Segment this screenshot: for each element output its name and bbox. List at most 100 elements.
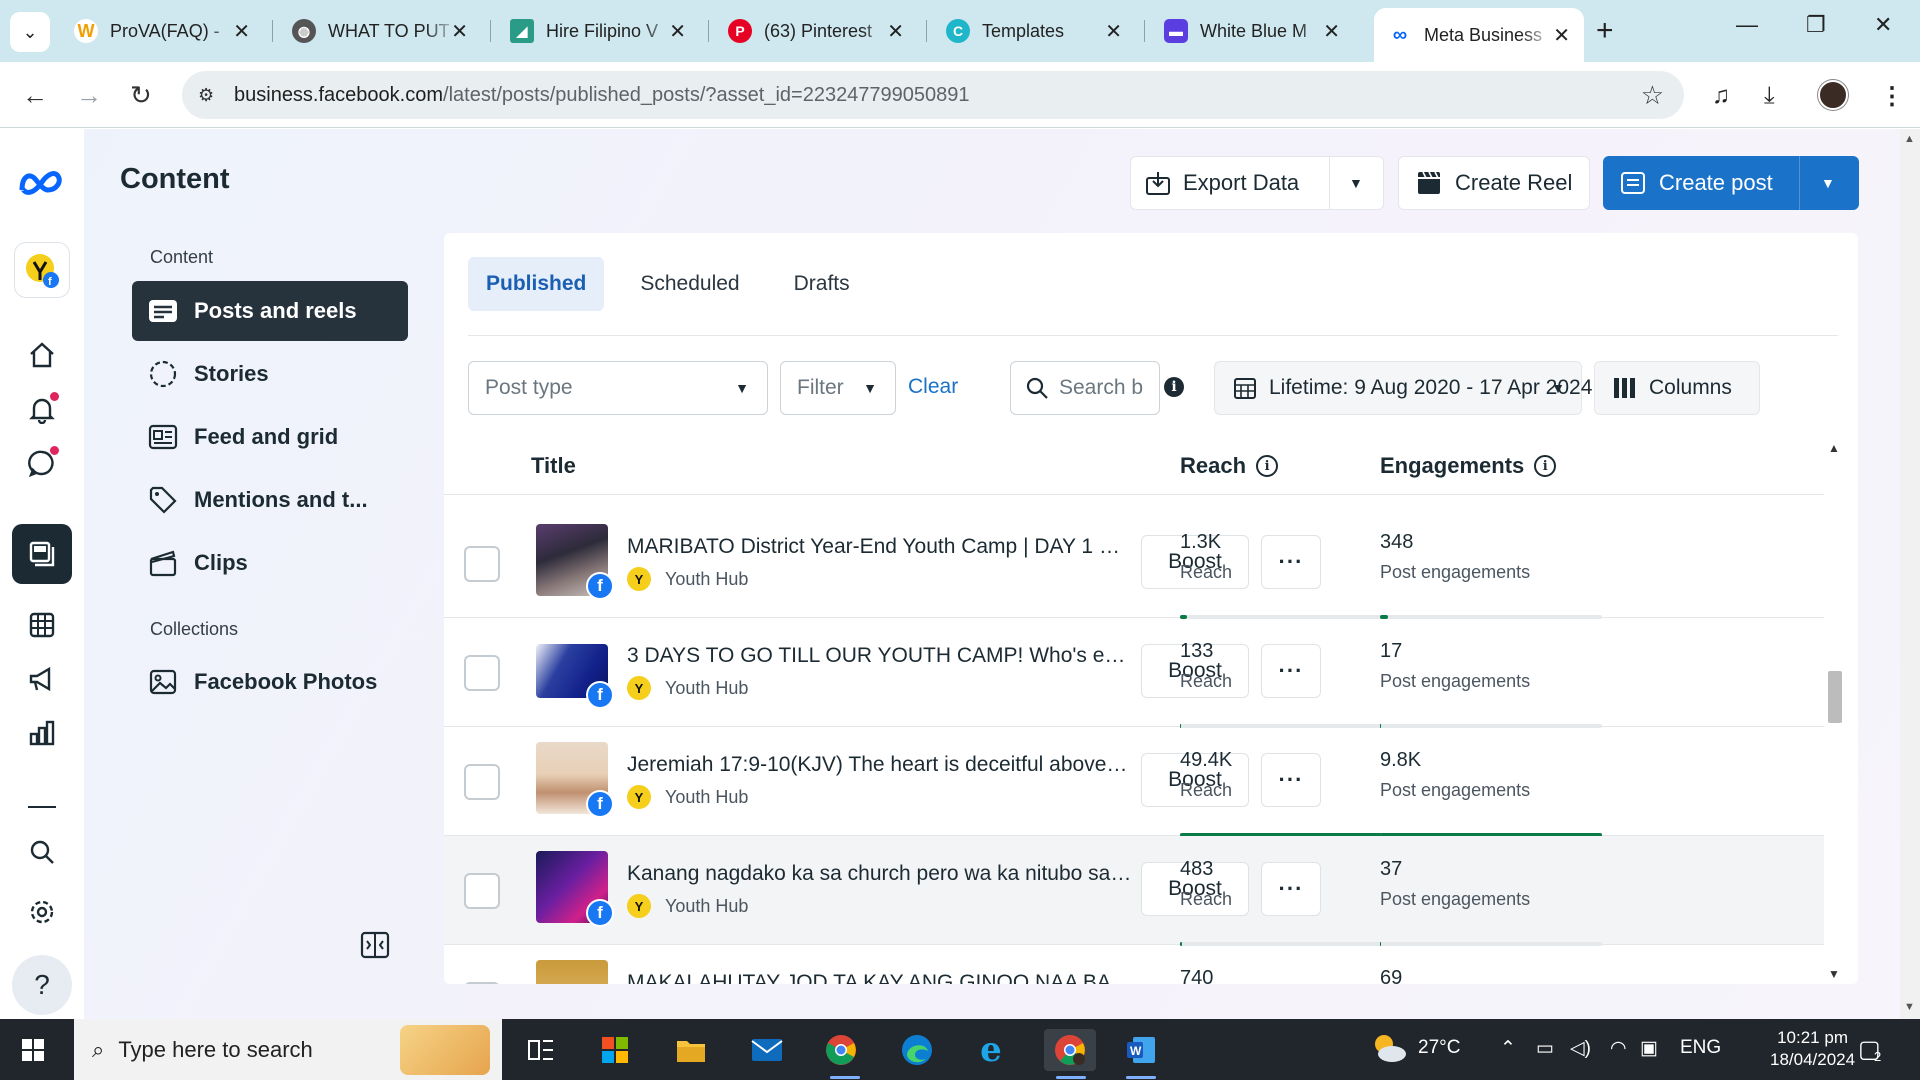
browser-menu-icon[interactable]: ⋮ (1880, 82, 1904, 111)
column-header-title[interactable]: Title (531, 453, 576, 479)
profile-avatar[interactable] (1818, 80, 1848, 110)
search-info-icon[interactable]: i (1164, 377, 1184, 397)
tab-search-button[interactable]: ⌄ (10, 12, 50, 52)
windows-start-icon[interactable] (22, 1039, 44, 1061)
sidebar-item-posts-and-reels[interactable]: Posts and reels (132, 281, 408, 341)
create-post-dropdown-caret[interactable]: ▼ (1821, 175, 1835, 191)
browser-tab[interactable]: P (63) Pinterest ✕ (714, 10, 918, 52)
notification-center-icon[interactable]: ▢ 2 (1858, 1035, 1881, 1064)
post-type-dropdown[interactable]: Post type ▼ (468, 361, 768, 415)
tab-scheduled[interactable]: Scheduled (622, 257, 757, 311)
microsoft-store-icon[interactable] (594, 1029, 636, 1071)
close-icon[interactable]: ✕ (451, 19, 468, 44)
task-view-icon[interactable] (520, 1029, 562, 1071)
chrome-profile-icon[interactable] (1044, 1029, 1096, 1071)
browser-tab[interactable]: ◍ WHAT TO PUT ✕ (278, 10, 482, 52)
weather-icon[interactable] (1370, 1031, 1408, 1071)
volume-icon[interactable]: ◁) (1570, 1037, 1591, 1060)
minimize-button[interactable]: — (1736, 12, 1758, 38)
columns-button[interactable]: Columns (1594, 361, 1760, 415)
meta-logo-icon[interactable] (16, 163, 68, 203)
reload-button[interactable]: ↻ (130, 80, 152, 111)
row-checkbox[interactable] (464, 655, 500, 691)
export-dropdown-caret[interactable]: ▼ (1349, 175, 1363, 191)
info-icon[interactable]: i (1534, 455, 1557, 477)
post-title[interactable]: Kanang nagdako ka sa church pero wa ka n… (627, 862, 1132, 886)
help-icon[interactable]: ? (12, 955, 72, 1015)
row-checkbox[interactable] (464, 982, 500, 984)
post-title[interactable]: MAKALAHUTAY JOD TA KAY ANG GINOO NAA BA … (627, 971, 1132, 984)
post-title[interactable]: MARIBATO District Year-End Youth Camp | … (627, 535, 1132, 559)
address-bar[interactable]: ⚙ business.facebook.com /latest/posts/pu… (182, 71, 1684, 119)
table-scrollbar[interactable]: ▲ ▼ (1824, 439, 1844, 984)
notifications-icon[interactable] (22, 389, 62, 429)
clock[interactable]: 10:21 pm 18/04/2024 (1770, 1027, 1855, 1071)
date-range-picker[interactable]: Lifetime: 9 Aug 2020 - 17 Apr 2024 ▼ (1214, 361, 1592, 415)
browser-tab[interactable]: C Templates ✕ (932, 10, 1136, 52)
row-checkbox[interactable] (464, 873, 500, 909)
scroll-down-arrow[interactable]: ▼ (1904, 1001, 1915, 1013)
close-icon[interactable]: ✕ (1323, 19, 1340, 44)
scroll-up-arrow[interactable]: ▲ (1904, 133, 1915, 145)
sidebar-item-stories[interactable]: Stories (132, 344, 408, 404)
page-scrollbar[interactable]: ▲ ▼ (1900, 129, 1920, 1019)
file-explorer-icon[interactable] (670, 1029, 712, 1071)
post-title[interactable]: Jeremiah 17:9-10(KJV) The heart is decei… (627, 753, 1132, 777)
table-row[interactable]: f Jeremiah 17:9-10(KJV) The heart is dec… (444, 727, 1824, 837)
browser-tab-active[interactable]: ∞ Meta Business ✕ (1374, 8, 1584, 62)
post-title[interactable]: 3 DAYS TO GO TILL OUR YOUTH CAMP! Who's … (627, 644, 1132, 668)
back-button[interactable]: ← (22, 80, 48, 111)
browser-tab[interactable]: W ProVA(FAQ) - ✕ (60, 10, 264, 52)
table-row[interactable]: f 3 DAYS TO GO TILL OUR YOUTH CAMP! Who'… (444, 618, 1824, 728)
temperature-label[interactable]: 27°C (1418, 1037, 1460, 1059)
close-icon[interactable]: ✕ (1105, 19, 1122, 44)
scroll-up-arrow[interactable]: ▲ (1828, 441, 1840, 455)
restore-button[interactable]: ❐ (1806, 12, 1826, 38)
column-header-engagements[interactable]: Engagements i (1380, 453, 1557, 479)
scroll-thumb[interactable] (1828, 671, 1842, 723)
post-thumbnail[interactable] (536, 960, 608, 984)
sidebar-item-facebook-photos[interactable]: Facebook Photos (132, 652, 408, 712)
bookmark-star-icon[interactable]: ☆ (1641, 80, 1664, 111)
create-post-button[interactable]: Create post ▼ (1603, 156, 1859, 210)
download-icon[interactable]: ⤓ (1764, 82, 1775, 110)
create-reel-button[interactable]: Create Reel (1398, 156, 1590, 210)
sidebar-item-clips[interactable]: Clips (132, 533, 408, 593)
language-label[interactable]: ENG (1680, 1037, 1721, 1059)
media-control-icon[interactable]: ♫ (1712, 82, 1730, 110)
inbox-icon[interactable] (22, 443, 62, 483)
home-icon[interactable] (22, 335, 62, 375)
close-icon[interactable]: ✕ (1553, 23, 1570, 48)
chevron-up-icon[interactable]: ⌃ (1500, 1037, 1516, 1060)
tab-drafts[interactable]: Drafts (776, 257, 868, 311)
table-row[interactable]: MAKALAHUTAY JOD TA KAY ANG GINOO NAA BA … (444, 945, 1824, 984)
site-info-icon[interactable]: ⚙ (198, 84, 220, 106)
close-icon[interactable]: ✕ (233, 19, 250, 44)
planner-icon[interactable] (22, 605, 62, 645)
row-checkbox[interactable] (464, 546, 500, 582)
browser-tab[interactable]: ◢ Hire Filipino V ✕ (496, 10, 700, 52)
sidebar-item-feed-and-grid[interactable]: Feed and grid (132, 407, 408, 467)
page-avatar[interactable]: f (14, 242, 70, 298)
internet-explorer-icon[interactable]: e (970, 1029, 1012, 1071)
clear-filters-link[interactable]: Clear (908, 375, 958, 399)
edge-icon[interactable] (896, 1029, 938, 1071)
column-header-reach[interactable]: Reach i (1180, 453, 1279, 479)
wifi-icon[interactable]: ◠ (1610, 1037, 1627, 1060)
content-icon[interactable] (12, 524, 72, 584)
network-icon[interactable]: ▣ (1640, 1037, 1658, 1060)
new-tab-button[interactable]: + (1596, 14, 1614, 48)
insights-icon[interactable] (22, 713, 62, 753)
close-icon[interactable]: ✕ (669, 19, 686, 44)
filter-dropdown[interactable]: Filter ▼ (780, 361, 896, 415)
table-row[interactable]: f Kanang nagdako ka sa church pero wa ka… (444, 836, 1824, 946)
browser-tab[interactable]: ▬ White Blue M ✕ (1150, 10, 1354, 52)
row-checkbox[interactable] (464, 764, 500, 800)
taskbar-search-box[interactable]: ⌕ Type here to search (74, 1019, 502, 1080)
table-row[interactable]: f MARIBATO District Year-End Youth Camp … (444, 509, 1824, 619)
forward-button[interactable]: → (76, 80, 102, 111)
sidebar-item-mentions-and-tags[interactable]: Mentions and t... (132, 470, 408, 530)
chrome-icon[interactable] (820, 1029, 862, 1071)
export-data-button[interactable]: Export Data ▼ (1130, 156, 1384, 210)
battery-icon[interactable]: ▭ (1536, 1037, 1554, 1060)
